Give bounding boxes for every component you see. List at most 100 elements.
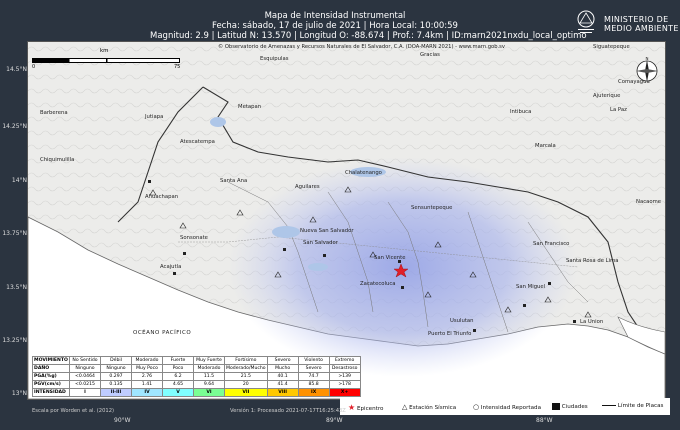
place-label: Gracias bbox=[420, 52, 440, 58]
scale-tick: 0 bbox=[32, 64, 36, 70]
legend-cell: 1.41 bbox=[131, 380, 163, 389]
legend-cell: Moderado bbox=[193, 364, 225, 373]
legend-row: MOVIMIENTO No Sentido Débil Moderado Fuerte M… bbox=[32, 356, 361, 365]
legend-cell: >178 bbox=[328, 380, 361, 389]
legend-cell: <0.0464 bbox=[69, 372, 101, 381]
copyright-notice: © Observatorio de Amenazas y Recursos Na… bbox=[218, 44, 505, 50]
legend-row-label: PGV(cm/s) bbox=[32, 380, 70, 389]
version-note: Versión 1: Procesado 2021-07-17T16:25:43… bbox=[230, 408, 346, 414]
place-label: Intibuca bbox=[510, 109, 532, 115]
legend-cell: 6.2 bbox=[162, 372, 194, 381]
legend-reported: ○ Intensidad Reportada bbox=[473, 403, 541, 411]
legend-cell: 11.5 bbox=[193, 372, 225, 381]
legend-cell: Muy Poco bbox=[131, 364, 163, 373]
legend-cell: Desastroso bbox=[328, 364, 361, 373]
legend-cell: V bbox=[162, 388, 194, 397]
place-label: Aguilares bbox=[295, 184, 320, 190]
place-label: San Salvador bbox=[303, 240, 338, 246]
place-label: Santa Rosa de Lima bbox=[566, 258, 619, 264]
scale-bar-graphic bbox=[32, 58, 180, 63]
place-label: Esquipulas bbox=[260, 56, 289, 62]
legend-cell: 4.65 bbox=[162, 380, 194, 389]
legend-cell: Muy Fuerte bbox=[193, 356, 225, 365]
line-icon bbox=[602, 405, 616, 406]
legend-cell: <0.0215 bbox=[69, 380, 101, 389]
compass-rose-icon: N bbox=[636, 57, 658, 82]
lat-label: 14°N bbox=[11, 177, 27, 184]
place-label: San Francisco bbox=[533, 241, 570, 247]
legend-row-label: PGA(%g) bbox=[32, 372, 70, 381]
place-label: La Paz bbox=[610, 107, 627, 113]
compass-n: N bbox=[646, 57, 649, 61]
lon-label: 90°W bbox=[114, 417, 131, 424]
triangle-icon: △ bbox=[402, 403, 408, 411]
legend-row-label: MOVIMIENTO bbox=[32, 356, 70, 365]
legend-cell: I bbox=[69, 388, 101, 397]
map-header: Mapa de Intensidad Instrumental Fecha: s… bbox=[0, 0, 680, 41]
legend-cell: Fortísimo bbox=[224, 356, 268, 365]
legend-cell: Moderado bbox=[131, 356, 163, 365]
legend-cell: Débil bbox=[100, 356, 132, 365]
place-label: Santa Ana bbox=[220, 178, 248, 184]
legend-station: △ Estación Sísmica bbox=[402, 403, 457, 411]
legend-cell: Violento bbox=[297, 356, 330, 365]
legend-cell: VII bbox=[224, 388, 268, 397]
legend-cell: Fuerte bbox=[162, 356, 194, 365]
scale-reference: Escala por Worden et al. (2012) bbox=[32, 408, 115, 414]
place-label: Ajuterique bbox=[593, 93, 621, 99]
place-label: Marcala bbox=[535, 143, 556, 149]
legend-cell: Ninguno bbox=[100, 364, 132, 373]
legend-cell: Mucho bbox=[266, 364, 299, 373]
legend-cell: IX bbox=[297, 388, 330, 397]
place-label: Sonsonate bbox=[180, 235, 208, 241]
lat-label: 13.25°N bbox=[2, 337, 27, 344]
legend-row: DAÑO Ninguno Ninguno Muy Poco Poco Moderado Mo… bbox=[32, 364, 361, 373]
legend-cell: 20 bbox=[224, 380, 268, 389]
place-label: Chiquimulilla bbox=[40, 157, 75, 163]
legend-cell: 2.76 bbox=[131, 372, 163, 381]
square-icon bbox=[552, 403, 560, 410]
legend-cell: 21.5 bbox=[224, 372, 268, 381]
legend-cell: >139 bbox=[328, 372, 361, 381]
ministry-name: MINISTERIO DE MEDIO AMBIENTE bbox=[604, 15, 679, 33]
legend-row: PGV(cm/s) <0.0215 0.135 1.41 4.65 9.64 20 41.4 8… bbox=[32, 380, 361, 389]
lat-label: 14.25°N bbox=[2, 123, 27, 130]
legend-cell: No Sentido bbox=[69, 356, 101, 365]
intensity-legend-table: MOVIMIENTO No Sentido Débil Moderado Fuerte M… bbox=[32, 356, 361, 397]
legend-cell: 74.7 bbox=[297, 372, 330, 381]
lat-label: 14.5°N bbox=[6, 66, 27, 73]
star-icon: ★ bbox=[348, 403, 356, 412]
place-label: Nueva San Salvador bbox=[300, 228, 354, 234]
place-label: San Miguel bbox=[516, 284, 546, 290]
legend-row-label: INTENSIDAD bbox=[32, 388, 70, 397]
legend-row: PGA(%g) <0.0464 0.297 2.76 6.2 11.5 21.5 40.1 74… bbox=[32, 372, 361, 381]
scale-tick: 75 bbox=[174, 64, 181, 70]
lat-label: 13°N bbox=[11, 390, 27, 397]
legend-cell: IV bbox=[131, 388, 163, 397]
place-label: Puerto El Triunfo bbox=[428, 331, 472, 337]
lon-label: 88°W bbox=[536, 417, 553, 424]
legend-cell: X+ bbox=[328, 388, 361, 397]
scale-bar: km 0 75 bbox=[32, 48, 182, 70]
place-label: Barberena bbox=[40, 110, 68, 116]
legend-cell: 85.8 bbox=[297, 380, 330, 389]
place-label: Atescatempa bbox=[180, 139, 215, 145]
government-seal-icon bbox=[577, 10, 595, 33]
symbol-legend: ★ Epicentro △ Estación Sísmica ○ Intensi… bbox=[340, 398, 670, 415]
legend-plates: Límite de Placas bbox=[602, 403, 663, 409]
legend-cell: Extremo bbox=[328, 356, 361, 365]
intensity-map[interactable]: © Observatorio de Amenazas y Recursos Na… bbox=[27, 41, 666, 400]
legend-cell: Severo bbox=[297, 364, 330, 373]
place-label: San Vicente bbox=[374, 255, 406, 261]
place-label: Metapan bbox=[238, 104, 262, 110]
legend-cell: 0.135 bbox=[100, 380, 132, 389]
legend-cell: Poco bbox=[162, 364, 194, 373]
lon-label: 89°W bbox=[326, 417, 343, 424]
place-label: Sensuntepeque bbox=[411, 205, 453, 211]
legend-cell: II-III bbox=[100, 388, 132, 397]
place-label: Siguatepeque bbox=[593, 44, 630, 50]
lat-label: 13.75°N bbox=[2, 230, 27, 237]
legend-row-label: DAÑO bbox=[32, 364, 70, 373]
event-parameters: Magnitud: 2.9 | Latitud N: 13.570 | Long… bbox=[150, 31, 587, 41]
legend-cell: 40.1 bbox=[266, 372, 299, 381]
